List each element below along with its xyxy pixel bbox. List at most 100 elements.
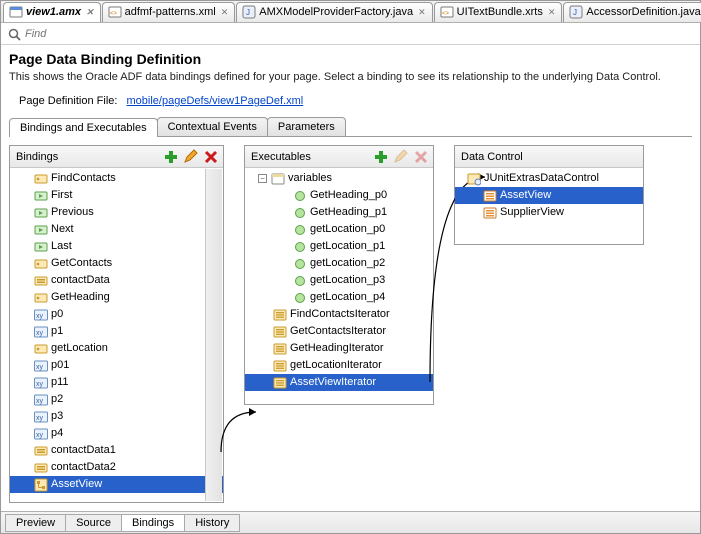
iterator-item[interactable]: getLocationIterator	[245, 357, 433, 374]
iterator-item[interactable]: FindContactsIterator	[245, 306, 433, 323]
item-label: contactData	[51, 273, 110, 288]
file-icon	[108, 5, 122, 19]
iterator-icon	[272, 376, 287, 390]
editor-tab[interactable]: view1.amx ✕	[3, 2, 101, 22]
iterator-item[interactable]: AssetViewIterator	[245, 374, 433, 391]
tab-label: AccessorDefinition.java	[586, 6, 700, 18]
item-label: SupplierView	[500, 205, 564, 220]
iterator-item[interactable]: GetHeadingIterator	[245, 340, 433, 357]
section-tab[interactable]: Parameters	[267, 117, 346, 136]
item-label: contactData1	[51, 443, 116, 458]
main-area: Bindings FindContactsFirstPreviousNextLa…	[1, 137, 700, 511]
view-item[interactable]: AssetView	[455, 187, 643, 204]
delete-button[interactable]	[203, 149, 219, 165]
view-item[interactable]: SupplierView	[455, 204, 643, 221]
executables-root[interactable]: −variables	[245, 170, 433, 187]
editor-tab[interactable]: AccessorDefinition.java✕	[563, 2, 701, 22]
file-icon	[569, 5, 583, 19]
item-label: getLocation_p2	[310, 256, 385, 271]
bottom-tab[interactable]: Source	[65, 514, 122, 532]
page-description: This shows the Oracle ADF data bindings …	[1, 69, 700, 89]
item-label: JUnitExtrasDataControl	[484, 171, 599, 186]
binding-item[interactable]: Last	[10, 238, 223, 255]
method-icon	[33, 342, 48, 356]
bottom-tab[interactable]: Bindings	[121, 514, 185, 532]
attr-icon	[33, 461, 48, 475]
iterator-item[interactable]: GetContactsIterator	[245, 323, 433, 340]
close-icon[interactable]: ✕	[548, 7, 556, 18]
binding-item[interactable]: contactData2	[10, 459, 223, 476]
bottom-tabs: PreviewSourceBindingsHistory	[1, 511, 700, 533]
close-icon[interactable]: ✕	[418, 7, 426, 18]
item-label: GetHeadingIterator	[290, 341, 384, 356]
page-title: Page Data Binding Definition	[1, 45, 700, 69]
bottom-tab[interactable]: Preview	[5, 514, 66, 532]
page-def-link[interactable]: mobile/pageDefs/view1PageDef.xml	[127, 95, 304, 107]
editor-tab[interactable]: AMXModelProviderFactory.java✕	[236, 2, 432, 22]
editor-tab[interactable]: UITextBundle.xrts✕	[434, 2, 563, 22]
find-input[interactable]	[25, 28, 225, 40]
attr-icon	[33, 274, 48, 288]
binding-item[interactable]: AssetView	[10, 476, 223, 493]
variable-icon	[292, 206, 307, 220]
editor-tab[interactable]: adfmf-patterns.xml✕	[102, 2, 236, 22]
op-icon	[33, 189, 48, 203]
binding-item[interactable]: p4	[10, 425, 223, 442]
binding-item[interactable]: Previous	[10, 204, 223, 221]
collapse-icon[interactable]: −	[258, 174, 267, 183]
add-button[interactable]	[373, 149, 389, 165]
binding-item[interactable]: p01	[10, 357, 223, 374]
xy-icon	[33, 359, 48, 373]
close-icon[interactable]: ✕	[221, 7, 229, 18]
variable-item[interactable]: getLocation_p1	[245, 238, 433, 255]
data-control-root[interactable]: JUnitExtrasDataControl	[455, 170, 643, 187]
tab-label: view1.amx	[26, 6, 81, 18]
data-control-title: Data Control	[461, 151, 523, 163]
xy-icon	[33, 376, 48, 390]
binding-item[interactable]: contactData1	[10, 442, 223, 459]
item-label: getLocation_p3	[310, 273, 385, 288]
section-tab[interactable]: Contextual Events	[157, 117, 268, 136]
variable-item[interactable]: GetHeading_p0	[245, 187, 433, 204]
close-icon[interactable]: ✕	[86, 7, 94, 18]
variable-item[interactable]: getLocation_p4	[245, 289, 433, 306]
view-icon	[482, 206, 497, 220]
item-label: Next	[51, 222, 74, 237]
variable-item[interactable]: getLocation_p2	[245, 255, 433, 272]
section-tab[interactable]: Bindings and Executables	[9, 118, 158, 137]
variable-item[interactable]: getLocation_p3	[245, 272, 433, 289]
binding-item[interactable]: GetContacts	[10, 255, 223, 272]
op-icon	[33, 240, 48, 254]
variable-item[interactable]: getLocation_p0	[245, 221, 433, 238]
binding-item[interactable]: p0	[10, 306, 223, 323]
iterator-icon	[272, 308, 287, 322]
item-label: AssetView	[500, 188, 551, 203]
binding-item[interactable]: contactData	[10, 272, 223, 289]
executables-title: Executables	[251, 151, 311, 163]
variable-icon	[292, 240, 307, 254]
variables-icon	[270, 172, 285, 186]
binding-item[interactable]: Next	[10, 221, 223, 238]
binding-item[interactable]: FindContacts	[10, 170, 223, 187]
file-icon	[9, 5, 23, 19]
xy-icon	[33, 410, 48, 424]
data-control-icon	[466, 172, 481, 186]
binding-item[interactable]: First	[10, 187, 223, 204]
binding-item[interactable]: GetHeading	[10, 289, 223, 306]
variable-icon	[292, 257, 307, 271]
item-label: getLocation_p4	[310, 290, 385, 305]
binding-item[interactable]: p11	[10, 374, 223, 391]
edit-button	[393, 149, 409, 165]
binding-item[interactable]: p3	[10, 408, 223, 425]
variable-icon	[292, 274, 307, 288]
bottom-tab[interactable]: History	[184, 514, 240, 532]
bindings-title: Bindings	[16, 151, 58, 163]
iterator-icon	[272, 342, 287, 356]
binding-item[interactable]: getLocation	[10, 340, 223, 357]
view-icon	[482, 189, 497, 203]
binding-item[interactable]: p2	[10, 391, 223, 408]
variable-item[interactable]: GetHeading_p1	[245, 204, 433, 221]
binding-item[interactable]: p1	[10, 323, 223, 340]
edit-button[interactable]	[183, 149, 199, 165]
add-button[interactable]	[163, 149, 179, 165]
